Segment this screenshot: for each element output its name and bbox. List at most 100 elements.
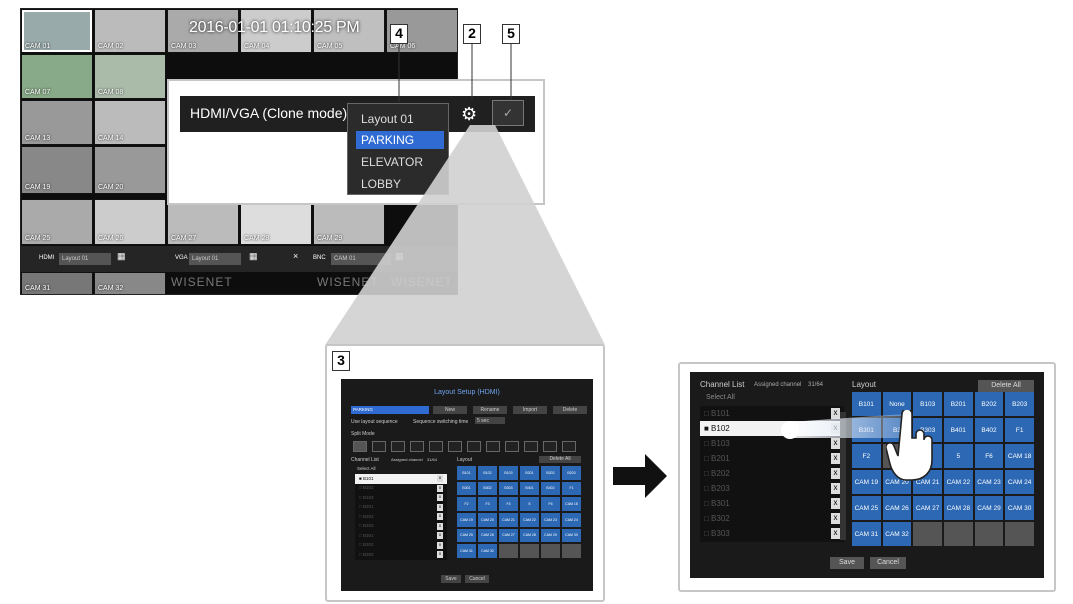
select-all-checkbox[interactable]: Select All bbox=[357, 466, 376, 471]
remove-channel-icon[interactable]: x bbox=[831, 528, 840, 539]
layout-cell[interactable]: CAM 29 bbox=[541, 528, 560, 543]
layout-cell[interactable] bbox=[974, 522, 1004, 546]
layout-cell[interactable]: CAM 18 bbox=[1005, 444, 1034, 468]
layout-cell[interactable]: F2 bbox=[457, 497, 476, 511]
layout-cell[interactable]: CAM 26 bbox=[478, 528, 497, 543]
remove-channel-icon[interactable]: x bbox=[437, 503, 443, 511]
layout-delete-button[interactable]: Delete bbox=[553, 406, 587, 414]
split-mode-option[interactable] bbox=[467, 441, 481, 452]
use-sequence-checkbox[interactable]: Use layout sequence bbox=[351, 419, 398, 425]
layout-cell[interactable]: CAM 24 bbox=[1005, 470, 1034, 494]
layout-cell[interactable]: CAM 30 bbox=[1005, 496, 1034, 520]
layout-cell[interactable]: B402 bbox=[974, 418, 1004, 442]
layout-cell[interactable]: CAM 27 bbox=[499, 528, 518, 543]
layout-new-button[interactable]: New bbox=[433, 406, 467, 414]
remove-channel-icon[interactable]: x bbox=[437, 494, 443, 502]
layout-cell[interactable]: B302 bbox=[478, 481, 497, 496]
layout-cell[interactable] bbox=[520, 544, 539, 558]
remove-channel-icon[interactable]: x bbox=[437, 484, 443, 492]
layout-rename-button[interactable]: Rename bbox=[473, 406, 507, 414]
layout-cell[interactable]: CAM 31 bbox=[457, 544, 476, 558]
remove-channel-icon[interactable]: x bbox=[831, 498, 840, 509]
layout-cell[interactable]: CAM 22 bbox=[520, 512, 539, 527]
layout-cell[interactable]: B201 bbox=[943, 392, 973, 416]
channel-row[interactable]: □ B301 x bbox=[355, 531, 447, 541]
layout-cell[interactable]: B401 bbox=[943, 418, 973, 442]
layout-cell[interactable]: CAM 30 bbox=[562, 528, 581, 543]
layout-cell[interactable]: CAM 25 bbox=[852, 496, 881, 520]
layout-cell[interactable]: CAM 25 bbox=[457, 528, 476, 543]
channel-row[interactable]: □ B203 x bbox=[355, 522, 447, 532]
layout-cell[interactable]: CAM 32 bbox=[882, 522, 912, 546]
layout-cell[interactable]: B402 bbox=[541, 481, 560, 496]
layout-cell[interactable]: CAM 23 bbox=[974, 470, 1004, 494]
layout-cell[interactable]: CAM 18 bbox=[562, 497, 581, 511]
channel-row[interactable]: □ B303 x bbox=[355, 550, 447, 560]
layout-cell[interactable]: B401 bbox=[520, 481, 539, 496]
layout-cell[interactable]: CAM 21 bbox=[499, 512, 518, 527]
channel-row[interactable]: □ B302 x bbox=[700, 511, 844, 526]
layout-cell[interactable]: CAM 19 bbox=[457, 512, 476, 527]
split-mode-option[interactable] bbox=[543, 441, 557, 452]
channel-row[interactable]: □ B303 x bbox=[700, 526, 844, 541]
split-mode-option[interactable] bbox=[372, 441, 386, 452]
layout-import-button[interactable]: Import bbox=[513, 406, 547, 414]
cancel-button[interactable]: Cancel bbox=[870, 557, 906, 569]
split-mode-option[interactable] bbox=[505, 441, 519, 452]
layout-cell[interactable] bbox=[913, 522, 942, 546]
save-button[interactable]: Save bbox=[441, 575, 461, 583]
channel-row[interactable]: □ B102 x bbox=[355, 484, 447, 494]
split-mode-option[interactable] bbox=[410, 441, 424, 452]
layout-cell[interactable] bbox=[541, 544, 560, 558]
remove-channel-icon[interactable]: x bbox=[437, 522, 443, 530]
layout-cell[interactable]: CAM 27 bbox=[913, 496, 942, 520]
split-mode-option[interactable] bbox=[448, 441, 462, 452]
layout-cell[interactable]: CAM 28 bbox=[943, 496, 973, 520]
save-button[interactable]: Save bbox=[830, 557, 864, 569]
layout-cell[interactable]: F4 bbox=[499, 497, 518, 511]
layout-cell[interactable]: CAM 31 bbox=[852, 522, 881, 546]
layout-name-select[interactable]: PARKING bbox=[351, 406, 429, 414]
layout-cell[interactable] bbox=[499, 544, 518, 558]
layout-cell[interactable]: 5 bbox=[520, 497, 539, 511]
channel-row[interactable]: □ B302 x bbox=[355, 541, 447, 551]
layout-cell[interactable]: B101 bbox=[457, 466, 476, 480]
layout-cell[interactable]: CAM 20 bbox=[478, 512, 497, 527]
remove-channel-icon[interactable]: x bbox=[437, 475, 443, 483]
layout-cell[interactable]: F1 bbox=[1005, 418, 1034, 442]
layout-cell[interactable]: CAM 24 bbox=[562, 512, 581, 527]
split-mode-option[interactable] bbox=[391, 441, 405, 452]
layout-cell[interactable]: CAM 28 bbox=[520, 528, 539, 543]
layout-cell[interactable]: B202 bbox=[541, 466, 560, 480]
switch-time-select[interactable]: 5 sec bbox=[475, 417, 505, 424]
split-mode-option[interactable] bbox=[486, 441, 500, 452]
layout-cell[interactable]: F6 bbox=[974, 444, 1004, 468]
layout-cell[interactable]: B202 bbox=[974, 392, 1004, 416]
remove-channel-icon[interactable]: x bbox=[437, 513, 443, 521]
layout-cell[interactable]: B301 bbox=[457, 481, 476, 496]
layout-cell[interactable]: B102 bbox=[478, 466, 497, 480]
layout-cell[interactable]: B103 bbox=[499, 466, 518, 480]
delete-all-button[interactable]: Delete All bbox=[539, 456, 581, 463]
delete-all-button[interactable]: Delete All bbox=[978, 380, 1034, 392]
channel-row[interactable]: □ B202 x bbox=[355, 512, 447, 522]
layout-cell[interactable] bbox=[562, 544, 581, 558]
layout-cell[interactable]: 5 bbox=[943, 444, 973, 468]
remove-channel-icon[interactable]: x bbox=[437, 532, 443, 540]
channel-row[interactable]: □ B201 x bbox=[355, 503, 447, 513]
layout-cell[interactable]: B303 bbox=[499, 481, 518, 496]
remove-channel-icon[interactable]: x bbox=[437, 541, 443, 549]
split-mode-option[interactable] bbox=[429, 441, 443, 452]
split-mode-option[interactable] bbox=[562, 441, 576, 452]
channel-row[interactable]: □ B301 x bbox=[700, 496, 844, 511]
split-mode-option[interactable] bbox=[353, 441, 367, 452]
channel-row[interactable]: □ B103 x bbox=[355, 493, 447, 503]
layout-cell[interactable]: CAM 29 bbox=[974, 496, 1004, 520]
select-all-checkbox[interactable]: Select All bbox=[706, 394, 735, 401]
layout-cell[interactable]: B203 bbox=[1005, 392, 1034, 416]
split-mode-option[interactable] bbox=[524, 441, 538, 452]
cancel-button[interactable]: Cancel bbox=[465, 575, 489, 583]
layout-cell[interactable]: CAM 23 bbox=[541, 512, 560, 527]
layout-cell[interactable]: CAM 26 bbox=[882, 496, 912, 520]
remove-channel-icon[interactable]: x bbox=[831, 513, 840, 524]
